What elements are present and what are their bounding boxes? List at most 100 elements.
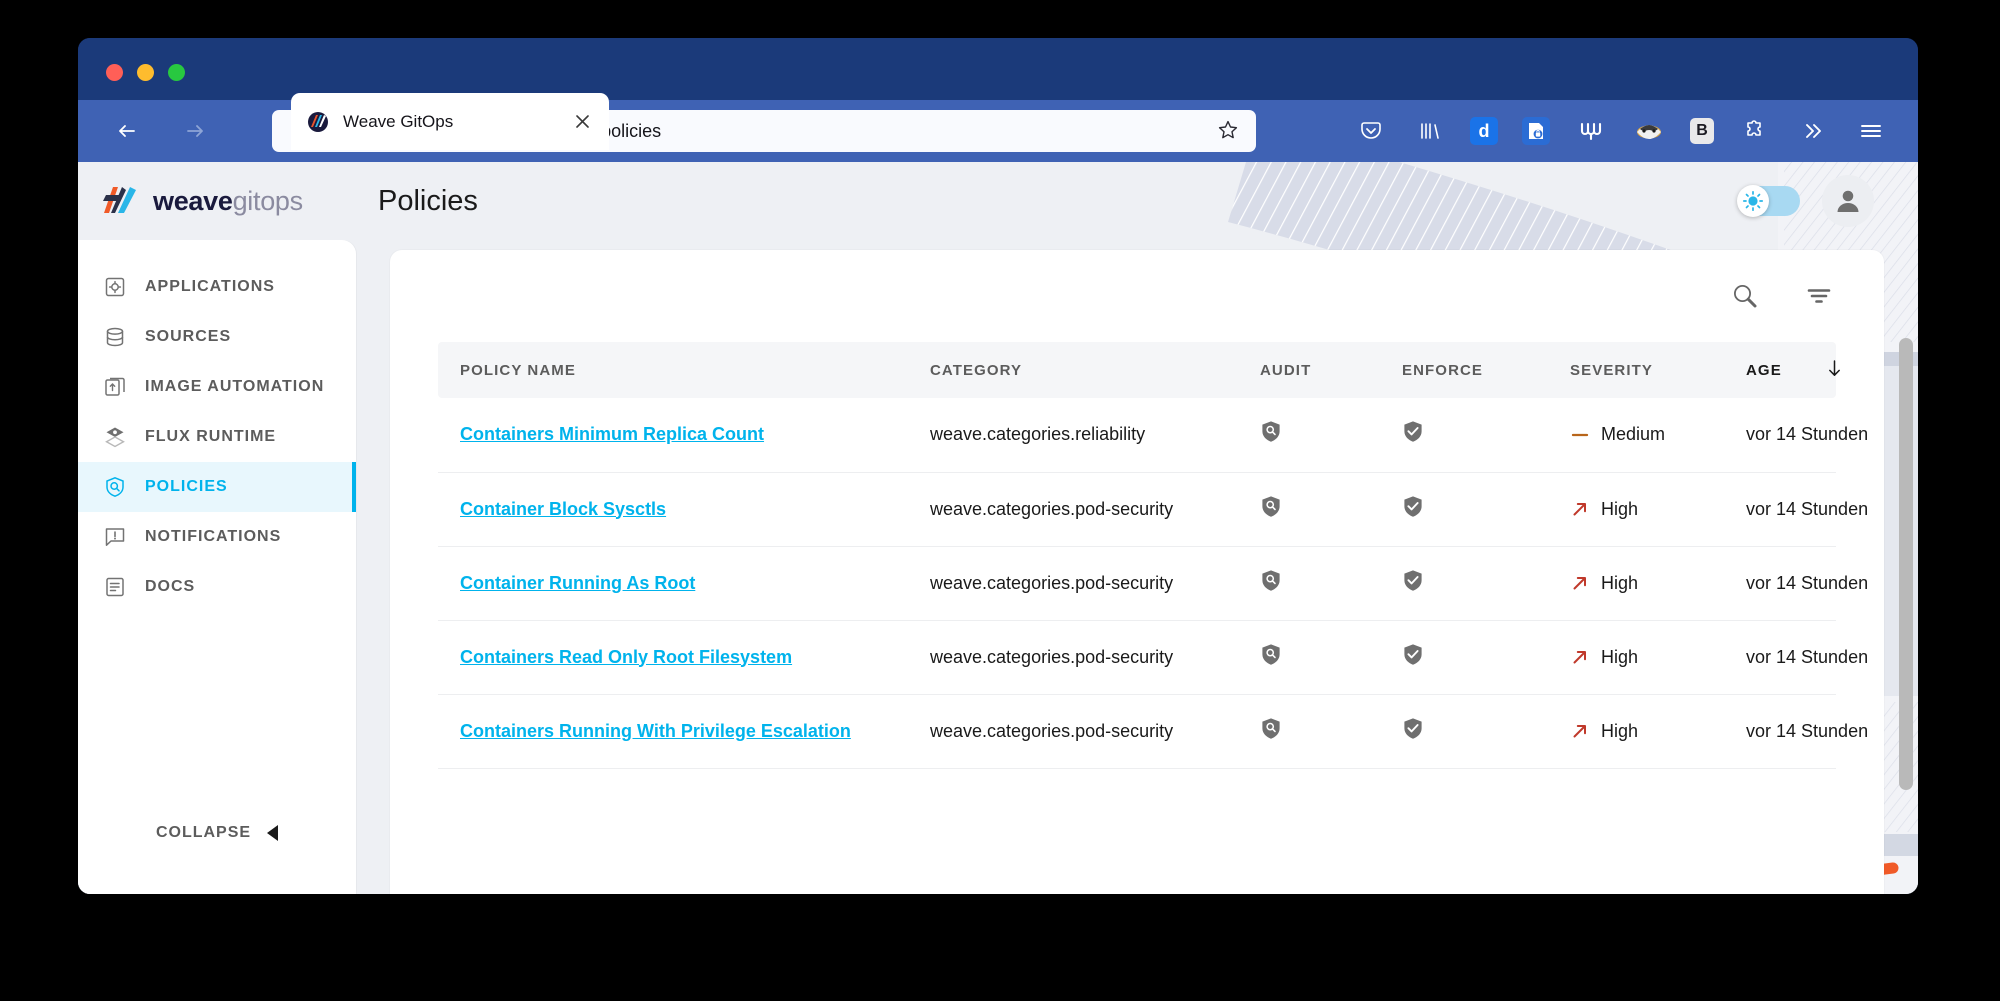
cell-audit <box>1238 694 1380 768</box>
column-header-age[interactable]: AGE <box>1724 342 1836 398</box>
shield-check-icon <box>1402 651 1424 671</box>
policy-name-link[interactable]: Containers Running With Privilege Escala… <box>460 721 851 741</box>
light-dark-mode-toggle[interactable] <box>1738 186 1800 216</box>
policy-name-link[interactable]: Container Running As Root <box>460 573 695 593</box>
close-window-button[interactable] <box>106 64 123 81</box>
table-toolbar <box>390 250 1884 342</box>
sidebar-item-notifications[interactable]: NOTIFICATIONS <box>78 512 356 562</box>
table-row[interactable]: Containers Running With Privilege Escala… <box>438 694 1836 768</box>
severity-label: Medium <box>1601 424 1665 445</box>
app-body: APPLICATIONS SOURCES IMAGE AUTOMATION <box>78 240 1918 894</box>
brand-gitops: gitops <box>233 186 303 216</box>
database-icon <box>102 324 128 350</box>
sun-icon <box>1737 185 1769 217</box>
sidebar: APPLICATIONS SOURCES IMAGE AUTOMATION <box>78 240 356 894</box>
policy-name-link[interactable]: Containers Read Only Root Filesystem <box>460 647 792 667</box>
wallabag-extension-icon[interactable] <box>1574 114 1608 148</box>
table-head: POLICY NAME CATEGORY AUDIT ENFORCE SEVER… <box>438 342 1836 398</box>
shield-check-icon <box>1402 428 1424 448</box>
table-row[interactable]: Container Block Sysctls weave.categories… <box>438 472 1836 546</box>
cell-age: vor 14 Stunden <box>1724 620 1836 694</box>
sidebar-item-policies[interactable]: POLICIES <box>78 462 356 512</box>
keepassxc-extension-icon[interactable] <box>1522 117 1550 145</box>
table-row[interactable]: Containers Read Only Root Filesystem wea… <box>438 620 1836 694</box>
shield-search-icon <box>1260 428 1282 448</box>
cell-category: weave.categories.pod-security <box>908 546 1238 620</box>
back-button[interactable] <box>106 110 148 152</box>
window-traffic-lights <box>106 64 185 81</box>
cell-age: vor 14 Stunden <box>1724 546 1836 620</box>
policy-name-link[interactable]: Containers Minimum Replica Count <box>460 424 764 444</box>
cell-severity: High <box>1548 472 1724 546</box>
column-header-audit[interactable]: AUDIT <box>1238 342 1380 398</box>
sidebar-item-sources[interactable]: SOURCES <box>78 312 356 362</box>
policies-card: POLICY NAME CATEGORY AUDIT ENFORCE SEVER… <box>390 250 1884 894</box>
notifications-icon <box>102 524 128 550</box>
tab-strip: Weave GitOps <box>78 38 1918 100</box>
column-header-severity[interactable]: SEVERITY <box>1548 342 1724 398</box>
sidebar-nav-list: APPLICATIONS SOURCES IMAGE AUTOMATION <box>78 240 356 612</box>
weave-gitops-logo[interactable]: weavegitops <box>78 181 356 221</box>
sidebar-item-label: FLUX RUNTIME <box>145 428 276 446</box>
app-menu-icon[interactable] <box>1854 114 1888 148</box>
sidebar-item-label: SOURCES <box>145 328 231 346</box>
cell-audit <box>1238 472 1380 546</box>
cell-enforce <box>1380 546 1548 620</box>
column-header-enforce[interactable]: ENFORCE <box>1380 342 1548 398</box>
sidebar-item-label: NOTIFICATIONS <box>145 528 281 546</box>
image-automation-icon <box>102 374 128 400</box>
user-avatar-icon[interactable] <box>1822 175 1874 227</box>
column-header-policy-name[interactable]: POLICY NAME <box>438 342 908 398</box>
severity-label: High <box>1601 499 1638 520</box>
table-row[interactable]: Container Running As Root weave.categori… <box>438 546 1836 620</box>
severity-label: High <box>1601 573 1638 594</box>
bitwarden-extension-icon[interactable]: B <box>1690 118 1714 144</box>
weave-logo-icon <box>100 181 140 221</box>
sidebar-item-docs[interactable]: DOCS <box>78 562 356 612</box>
cell-age: vor 14 Stunden <box>1724 694 1836 768</box>
policy-name-link[interactable]: Container Block Sysctls <box>460 499 666 519</box>
sidebar-item-label: POLICIES <box>145 478 228 496</box>
arrow-down-icon[interactable] <box>1826 359 1843 382</box>
browser-tab[interactable]: Weave GitOps <box>291 93 609 150</box>
header-actions <box>1738 175 1918 227</box>
severity-label: High <box>1601 647 1638 668</box>
sidebar-item-image-automation[interactable]: IMAGE AUTOMATION <box>78 362 356 412</box>
column-header-category[interactable]: CATEGORY <box>908 342 1238 398</box>
applications-icon <box>102 274 128 300</box>
cell-category: weave.categories.pod-security <box>908 620 1238 694</box>
cell-severity: High <box>1548 546 1724 620</box>
star-icon[interactable] <box>1216 118 1242 144</box>
sidebar-item-applications[interactable]: APPLICATIONS <box>78 262 356 312</box>
chevron-left-icon <box>267 825 278 841</box>
shield-check-icon <box>1402 577 1424 597</box>
shield-search-icon <box>1260 577 1282 597</box>
forward-button[interactable] <box>174 110 216 152</box>
cell-age: vor 14 Stunden <box>1724 472 1836 546</box>
maximize-window-button[interactable] <box>168 64 185 81</box>
flux-runtime-icon <box>102 424 128 450</box>
cell-audit <box>1238 546 1380 620</box>
sidebar-item-label: APPLICATIONS <box>145 278 275 296</box>
column-header-age-label: AGE <box>1746 362 1782 379</box>
pocket-icon[interactable] <box>1354 114 1388 148</box>
tab-title: Weave GitOps <box>343 112 571 132</box>
minimize-window-button[interactable] <box>137 64 154 81</box>
library-icon[interactable] <box>1412 114 1446 148</box>
extensions-puzzle-icon[interactable] <box>1738 114 1772 148</box>
table-row[interactable]: Containers Minimum Replica Count weave.c… <box>438 398 1836 472</box>
cell-enforce <box>1380 472 1548 546</box>
sidebar-item-flux-runtime[interactable]: FLUX RUNTIME <box>78 412 356 462</box>
cell-policy-name: Container Block Sysctls <box>438 472 908 546</box>
filter-icon[interactable] <box>1804 281 1834 311</box>
overflow-chevrons-icon[interactable] <box>1796 114 1830 148</box>
search-icon[interactable] <box>1730 281 1760 311</box>
collapse-sidebar-button[interactable]: COLLAPSE <box>78 806 356 894</box>
privacy-badger-extension-icon[interactable] <box>1632 114 1666 148</box>
close-icon[interactable] <box>571 111 593 133</box>
cell-policy-name: Container Running As Root <box>438 546 908 620</box>
brand-weave: weave <box>153 186 233 216</box>
page-scrollbar[interactable] <box>1899 338 1913 790</box>
joplin-extension-icon[interactable]: d <box>1470 117 1498 145</box>
sidebar-item-label: DOCS <box>145 578 195 596</box>
